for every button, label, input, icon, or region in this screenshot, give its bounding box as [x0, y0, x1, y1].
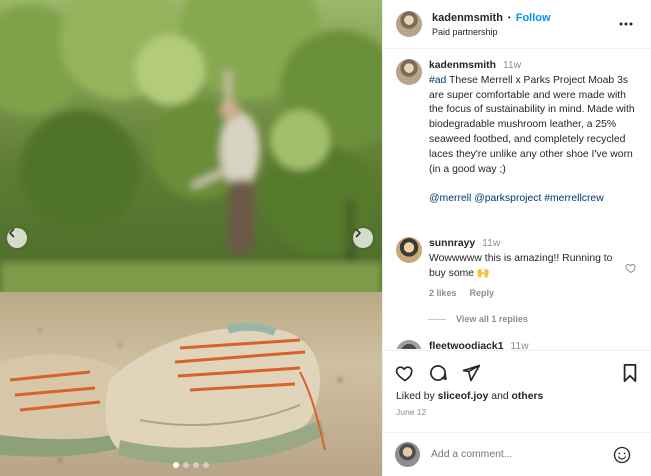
carousel-next-button[interactable] — [353, 228, 373, 248]
comment-item: fleetwoodiack1 11w — [396, 340, 636, 349]
liked-by-user[interactable]: sliceof.joy — [438, 391, 489, 402]
carousel-dot — [183, 462, 189, 468]
comment-item: sunnrayy 11w Wowwwww this is amazing!! R… — [396, 237, 636, 301]
paid-partnership-label[interactable]: Paid partnership — [432, 27, 551, 37]
carousel-dot — [203, 462, 209, 468]
more-options-button[interactable] — [619, 17, 633, 36]
carousel-prev-button[interactable] — [7, 228, 27, 248]
commenter-avatar[interactable] — [396, 340, 422, 349]
comment-username[interactable]: fleetwoodiack1 — [429, 341, 504, 349]
comments-list[interactable]: kadenmsmith 11w #ad These Merrell x Park… — [383, 49, 651, 349]
post-media[interactable] — [0, 0, 382, 476]
paper-plane-icon — [462, 364, 481, 382]
chevron-left-icon — [9, 228, 15, 238]
post-action-bar: Liked by sliceof.joy and others June 12 — [383, 350, 651, 432]
share-button[interactable] — [461, 363, 481, 388]
current-user-avatar — [395, 442, 420, 467]
caption-text: These Merrell x Parks Project Moab 3s ar… — [429, 74, 635, 175]
author-avatar[interactable] — [396, 11, 422, 37]
comment-like-button[interactable] — [625, 261, 637, 279]
liked-by-middle: and — [488, 391, 512, 402]
comment-icon — [430, 365, 447, 381]
comment-button[interactable] — [428, 363, 448, 388]
separator-dot: • — [507, 13, 511, 22]
post-header: kadenmsmith • Follow Paid partnership — [383, 0, 651, 49]
caption-time[interactable]: 11w — [503, 60, 521, 71]
post-photo — [0, 0, 382, 476]
replies-divider — [428, 318, 446, 320]
view-replies-label: View all 1 replies — [456, 314, 528, 324]
follow-button[interactable]: Follow — [516, 12, 551, 24]
more-horizontal-icon — [619, 22, 633, 26]
caption-tag[interactable]: #merrellcrew — [544, 193, 603, 204]
comment-likes[interactable]: 2 likes — [429, 286, 457, 301]
carousel-indicator — [0, 462, 382, 468]
commenter-avatar[interactable] — [396, 237, 422, 263]
caption: kadenmsmith 11w #ad These Merrell x Park… — [396, 59, 636, 207]
caption-author-avatar[interactable] — [396, 59, 422, 85]
carousel-dot — [173, 462, 179, 468]
chevron-right-icon — [355, 228, 361, 238]
emoji-icon — [613, 446, 631, 464]
caption-username[interactable]: kadenmsmith — [429, 60, 496, 71]
emoji-button[interactable] — [613, 446, 631, 469]
comment-time[interactable]: 11w — [510, 341, 528, 349]
view-replies-button[interactable]: View all 1 replies — [428, 314, 528, 324]
save-button[interactable] — [621, 363, 639, 388]
add-comment-bar — [383, 432, 651, 476]
carousel-dot — [193, 462, 199, 468]
comment-time[interactable]: 11w — [482, 238, 500, 249]
comment-reply-button[interactable]: Reply — [470, 286, 495, 301]
author-meta: kadenmsmith • Follow Paid partnership — [432, 12, 551, 37]
post-side-panel: kadenmsmith • Follow Paid partnership ka… — [382, 0, 651, 476]
add-comment-input[interactable] — [431, 449, 611, 460]
like-button[interactable] — [395, 363, 415, 388]
liked-by-others[interactable]: others — [512, 391, 544, 402]
liked-by: Liked by sliceof.joy and others — [396, 391, 543, 402]
post-date[interactable]: June 12 — [396, 407, 426, 417]
heart-icon — [395, 366, 413, 382]
caption-tag[interactable]: @parksproject — [474, 193, 541, 204]
liked-by-prefix: Liked by — [396, 391, 438, 402]
comment-username[interactable]: sunnrayy — [429, 238, 475, 249]
caption-tag[interactable]: @merrell — [429, 193, 471, 204]
heart-icon — [625, 263, 636, 274]
caption-hashtag[interactable]: #ad — [429, 75, 446, 86]
bookmark-icon — [623, 364, 637, 382]
author-username[interactable]: kadenmsmith — [432, 12, 503, 24]
comment-text: Wowwwww this is amazing!! Running to buy… — [429, 252, 613, 279]
